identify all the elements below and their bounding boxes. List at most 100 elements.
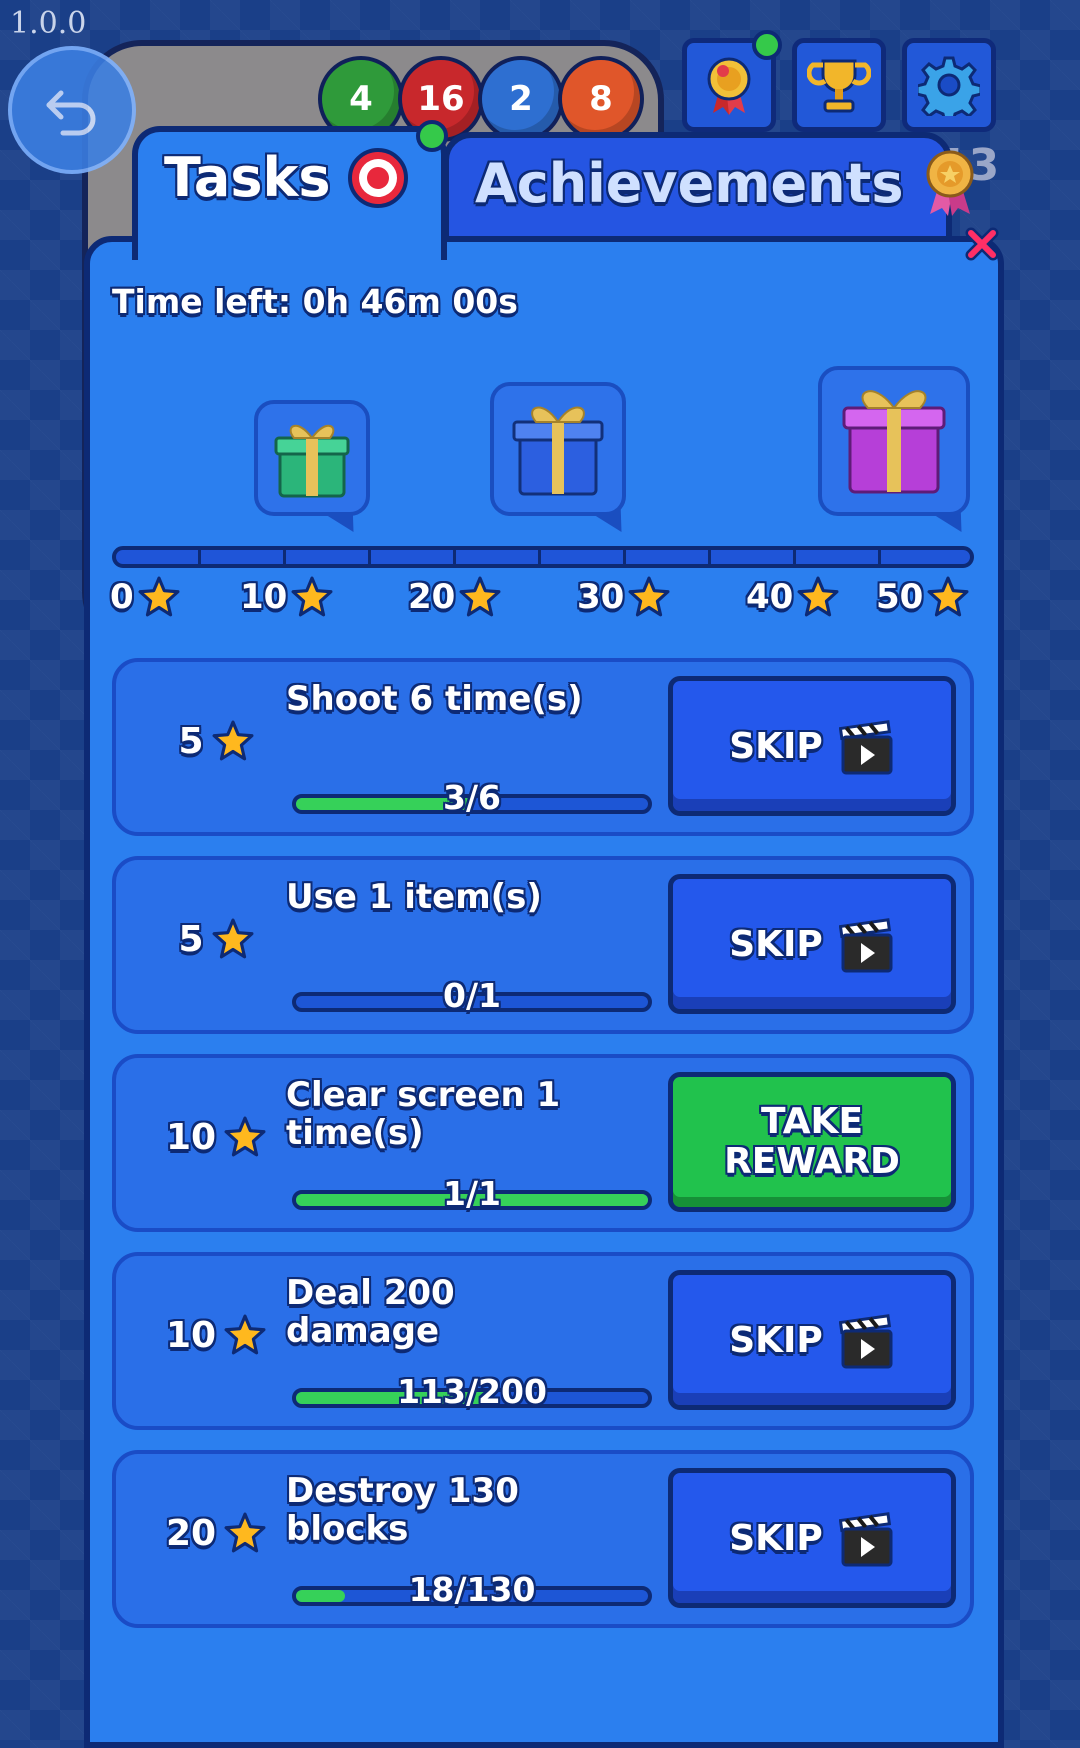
skip-button[interactable]: SKIP (668, 1270, 956, 1410)
tab-tasks-label: Tasks (164, 146, 331, 209)
medal-icon (707, 57, 751, 115)
task-star-count: 5 (178, 720, 204, 762)
milestone-value: 20 (408, 577, 456, 617)
task-star-count: 20 (165, 1512, 217, 1554)
task-title: Clear screen 1 time(s) (286, 1075, 561, 1153)
skip-button-label: SKIP (729, 1319, 823, 1361)
task-progress-text: 3/6 (443, 778, 501, 817)
ball-8: 8 (558, 56, 644, 142)
ball-value: 2 (509, 79, 533, 119)
star-icon (291, 576, 333, 617)
clapperboard-icon (838, 720, 893, 775)
take-reward-button[interactable]: TAKE REWARD (668, 1072, 956, 1212)
close-icon (965, 227, 999, 261)
skip-button-label: SKIP (729, 1517, 823, 1559)
track-tick (623, 550, 626, 564)
tab-tasks[interactable]: Tasks (132, 126, 447, 260)
back-arrow-icon (46, 90, 96, 136)
task-card: 10 Clear screen 1 time(s) 1/1 TAKE REWAR… (112, 1054, 974, 1232)
task-card: 5 Shoot 6 time(s) 3/6 SKIP (112, 658, 974, 836)
task-progress-text: 1/1 (443, 1174, 501, 1213)
milestone-value: 10 (240, 577, 288, 617)
track-tick (878, 550, 881, 564)
task-reward-stars: 5 (116, 720, 316, 762)
notification-dot (416, 120, 448, 152)
skip-button[interactable]: SKIP (668, 1468, 956, 1608)
skip-button-label: SKIP (729, 923, 823, 965)
track-tick (368, 550, 371, 564)
tab-achievements-label: Achievements (475, 151, 904, 215)
star-icon (797, 576, 839, 617)
trophy-button[interactable] (792, 38, 886, 132)
ball-value: 16 (417, 79, 465, 119)
gift-bubble-30[interactable] (490, 382, 626, 516)
task-progress-bar: 0/1 (292, 976, 652, 1015)
milestone-40: 40 (746, 576, 839, 618)
trophy-icon (807, 59, 871, 113)
star-icon (224, 1512, 266, 1553)
close-button[interactable] (962, 224, 1002, 264)
back-button[interactable] (8, 46, 136, 174)
task-title: Shoot 6 time(s) (286, 679, 583, 719)
star-icon (459, 576, 501, 617)
time-left-label: Time left: 0h 46m 00s (112, 282, 518, 321)
task-progress-bar: 18/130 (292, 1570, 652, 1609)
task-progress-bar: 3/6 (292, 778, 652, 817)
milestone-20: 20 (408, 576, 501, 618)
take-reward-label-line1: TAKE (760, 1101, 864, 1142)
target-icon (347, 147, 408, 208)
task-progress-bar: 113/200 (292, 1372, 652, 1411)
milestone-value: 30 (577, 577, 625, 617)
gift-bubble-50[interactable] (818, 366, 970, 516)
ball-value: 8 (589, 79, 613, 119)
milestone-50: 50 (876, 576, 969, 618)
track-tick (538, 550, 541, 564)
version-label: 1.0.0 (10, 6, 87, 41)
take-reward-label-line2: REWARD (724, 1141, 900, 1182)
gift-purple-icon (842, 390, 946, 494)
track-tick (793, 550, 796, 564)
milestone-0: 0 (110, 576, 180, 618)
track-tick (708, 550, 711, 564)
task-progress-text: 0/1 (443, 976, 501, 1015)
task-star-count: 10 (165, 1314, 217, 1356)
task-title: Use 1 item(s) (286, 877, 542, 917)
milestone-value: 0 (110, 577, 134, 617)
track-tick (283, 550, 286, 564)
task-star-count: 10 (165, 1116, 217, 1158)
task-card: 10 Deal 200 damage 113/200 SKIP (112, 1252, 974, 1430)
gift-blue-icon (512, 406, 604, 496)
notification-dot (752, 30, 782, 60)
track-tick (453, 550, 456, 564)
ball-value: 4 (349, 79, 373, 119)
milestone-value: 50 (876, 577, 924, 617)
gift-bubble-10[interactable] (254, 400, 370, 516)
task-title: Deal 200 damage (286, 1273, 455, 1351)
star-icon (628, 576, 670, 617)
task-progress-text: 113/200 (397, 1372, 547, 1411)
star-progress-track (112, 546, 974, 568)
skip-button[interactable]: SKIP (668, 874, 956, 1014)
task-card: 20 Destroy 130 blocks 18/130 SKIP (112, 1450, 974, 1628)
task-progress-text: 18/130 (408, 1570, 536, 1609)
skip-button[interactable]: SKIP (668, 676, 956, 816)
star-icon (212, 918, 254, 959)
clapperboard-icon (838, 1512, 893, 1567)
milestone-value: 40 (746, 577, 794, 617)
skip-button-label: SKIP (729, 725, 823, 767)
clapperboard-icon (838, 918, 893, 973)
track-tick (198, 550, 201, 564)
ball-2: 2 (478, 56, 564, 142)
task-star-count: 5 (178, 918, 204, 960)
star-icon (138, 576, 180, 617)
star-icon (212, 720, 254, 761)
gear-icon (918, 56, 980, 116)
task-card: 5 Use 1 item(s) 0/1 SKIP (112, 856, 974, 1034)
star-icon (224, 1116, 266, 1157)
star-icon (927, 576, 969, 617)
award-ribbon-icon (926, 150, 973, 216)
task-reward-stars: 5 (116, 918, 316, 960)
settings-button[interactable] (902, 38, 996, 132)
clapperboard-icon (838, 1314, 893, 1369)
task-title: Destroy 130 blocks (286, 1471, 519, 1549)
